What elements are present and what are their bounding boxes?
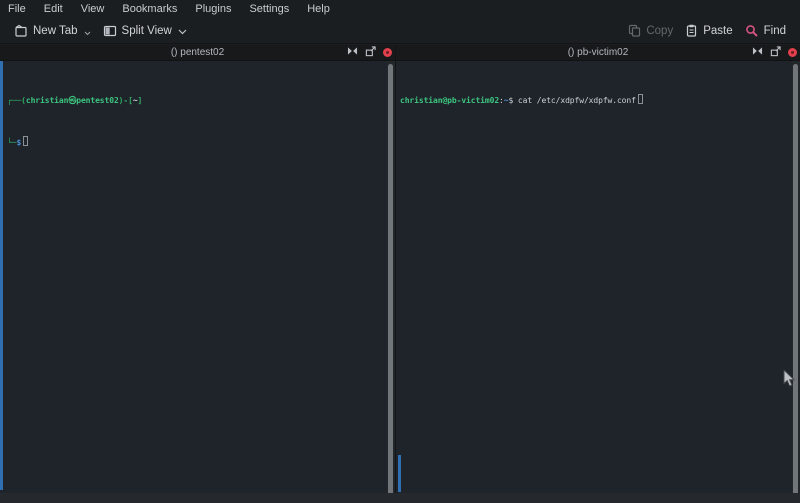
close-view-icon[interactable] bbox=[383, 48, 392, 57]
pane-title-pb-victim02: () pb-victim02 bbox=[396, 47, 800, 58]
pane-title-pentest02: () pentest02 bbox=[0, 47, 395, 58]
split-view-chevron-icon bbox=[178, 29, 187, 35]
copy-icon bbox=[628, 24, 641, 37]
scrollbar-track-left-pane[interactable] bbox=[387, 61, 395, 493]
paste-label: Paste bbox=[703, 25, 732, 37]
menu-settings[interactable]: Settings bbox=[249, 3, 289, 15]
split-view-label: Split View bbox=[122, 25, 172, 37]
find-button[interactable]: Find bbox=[739, 21, 792, 41]
terminal-line: christian@pb-victim02:~$ cat /etc/xdpfw/… bbox=[400, 94, 792, 108]
menu-help[interactable]: Help bbox=[307, 3, 330, 15]
new-tab-label: New Tab bbox=[33, 25, 78, 37]
menu-edit[interactable]: Edit bbox=[44, 3, 63, 15]
split-view-icon bbox=[103, 24, 117, 38]
terminal-pane-pentest02: () pentest02 ┌──(christian㉿pentest02)-[~… bbox=[0, 45, 396, 493]
scroll-indicator-right-pane[interactable] bbox=[398, 455, 401, 492]
menu-file[interactable]: File bbox=[8, 3, 26, 15]
menu-view[interactable]: View bbox=[81, 3, 105, 15]
split-view-container: () pentest02 ┌──(christian㉿pentest02)-[~… bbox=[0, 45, 800, 493]
menu-bookmarks[interactable]: Bookmarks bbox=[122, 3, 177, 15]
close-view-icon[interactable] bbox=[788, 48, 797, 57]
detach-view-icon[interactable] bbox=[770, 46, 781, 60]
terminal-cursor bbox=[638, 94, 643, 104]
terminal-pane-pb-victim02: () pb-victim02 christian@pb-victim02:~$ … bbox=[396, 45, 800, 493]
scrollbar-thumb-left-pane[interactable] bbox=[388, 64, 393, 499]
konsole-window: File Edit View Bookmarks Plugins Setting… bbox=[0, 0, 800, 503]
toolbar: New Tab Split View Copy Paste bbox=[0, 18, 800, 44]
menubar: File Edit View Bookmarks Plugins Setting… bbox=[0, 0, 800, 18]
detach-view-icon[interactable] bbox=[365, 46, 376, 60]
terminal-line: └─$ bbox=[7, 136, 387, 150]
pane-header-pb-victim02[interactable]: () pb-victim02 bbox=[396, 45, 800, 61]
find-icon bbox=[745, 24, 759, 38]
copy-label: Copy bbox=[646, 25, 673, 37]
terminal-pentest02[interactable]: ┌──(christian㉿pentest02)-[~] └─$ bbox=[0, 61, 387, 493]
maximize-view-icon[interactable] bbox=[752, 46, 763, 59]
new-tab-icon bbox=[14, 24, 28, 38]
new-tab-chevron-icon bbox=[84, 31, 91, 36]
mouse-pointer-icon bbox=[783, 370, 795, 393]
paste-icon bbox=[685, 24, 698, 37]
copy-button[interactable]: Copy bbox=[622, 21, 679, 40]
terminal-line: ┌──(christian㉿pentest02)-[~] bbox=[7, 94, 387, 108]
new-tab-button[interactable]: New Tab bbox=[8, 21, 97, 41]
pane-header-pentest02[interactable]: () pentest02 bbox=[0, 45, 395, 61]
split-view-button[interactable]: Split View bbox=[97, 21, 193, 41]
scrollbar-track-right-pane[interactable] bbox=[792, 61, 800, 493]
scrollbar-thumb-right-pane[interactable] bbox=[793, 64, 798, 499]
maximize-view-icon[interactable] bbox=[347, 46, 358, 59]
window-bottom-edge bbox=[0, 493, 800, 503]
find-label: Find bbox=[764, 25, 786, 37]
terminal-cursor bbox=[23, 136, 28, 146]
paste-button[interactable]: Paste bbox=[679, 21, 738, 40]
scroll-indicator-left-pane[interactable] bbox=[0, 61, 3, 490]
menu-plugins[interactable]: Plugins bbox=[195, 3, 231, 15]
terminal-pb-victim02[interactable]: christian@pb-victim02:~$ cat /etc/xdpfw/… bbox=[396, 61, 792, 493]
